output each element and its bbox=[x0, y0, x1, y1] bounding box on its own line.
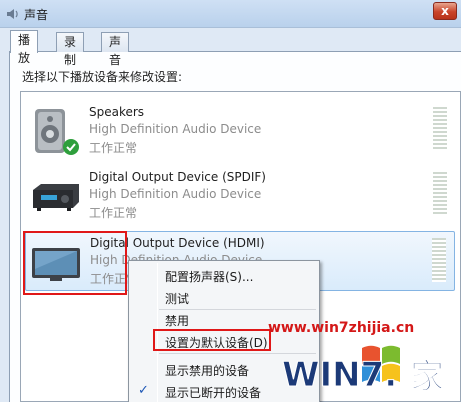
device-status: 工作正常 bbox=[89, 141, 138, 155]
menu-separator bbox=[159, 309, 316, 310]
svg-text:家: 家 bbox=[410, 357, 444, 396]
speaker-icon bbox=[35, 109, 79, 155]
check-badge-icon bbox=[63, 139, 79, 155]
checkmark-icon: ✓ bbox=[138, 383, 149, 398]
watermark-logo: WIN7. 家 bbox=[280, 340, 460, 398]
volume-meter bbox=[433, 172, 447, 216]
svg-text:WIN7.: WIN7. bbox=[282, 355, 397, 395]
list-item[interactable]: Digital Output Device (SPDIF) High Defin… bbox=[25, 166, 455, 226]
watermark-url: www.win7zhijia.cn bbox=[268, 320, 415, 336]
menu-item-configure-speakers[interactable]: 配置扬声器(S)... bbox=[165, 268, 253, 285]
volume-meter bbox=[432, 238, 446, 282]
highlight-box bbox=[23, 231, 127, 295]
tab-playback[interactable]: 播放 bbox=[10, 30, 39, 65]
list-item[interactable]: Speakers High Definition Audio Device 工作… bbox=[25, 101, 455, 161]
volume-meter bbox=[433, 107, 447, 151]
highlight-box bbox=[153, 329, 271, 351]
device-status: 工作正常 bbox=[89, 206, 138, 220]
menu-item-disable[interactable]: 禁用 bbox=[165, 312, 189, 329]
tab-sounds[interactable]: 声音 bbox=[101, 32, 130, 67]
menu-item-test[interactable]: 测试 bbox=[165, 290, 189, 307]
receiver-icon bbox=[33, 184, 79, 211]
device-description: High Definition Audio Device bbox=[89, 187, 262, 201]
device-name: Digital Output Device (SPDIF) bbox=[89, 170, 266, 184]
device-description: High Definition Audio Device bbox=[89, 122, 262, 136]
title-bar: 声音 x bbox=[0, 0, 461, 28]
instruction-label: 选择以下播放设备来修改设置: bbox=[22, 70, 183, 84]
menu-item-show-disabled[interactable]: 显示禁用的设备 bbox=[165, 362, 249, 379]
menu-item-show-disconnected[interactable]: 显示已断开的设备 bbox=[165, 384, 261, 401]
device-name: Speakers bbox=[89, 105, 145, 119]
speaker-icon bbox=[7, 9, 18, 19]
close-button[interactable]: x bbox=[433, 2, 457, 20]
window-title: 声音 bbox=[24, 8, 49, 22]
tab-recording[interactable]: 录制 bbox=[56, 32, 85, 67]
windows-flag-icon: WIN7. 家 bbox=[282, 345, 445, 398]
